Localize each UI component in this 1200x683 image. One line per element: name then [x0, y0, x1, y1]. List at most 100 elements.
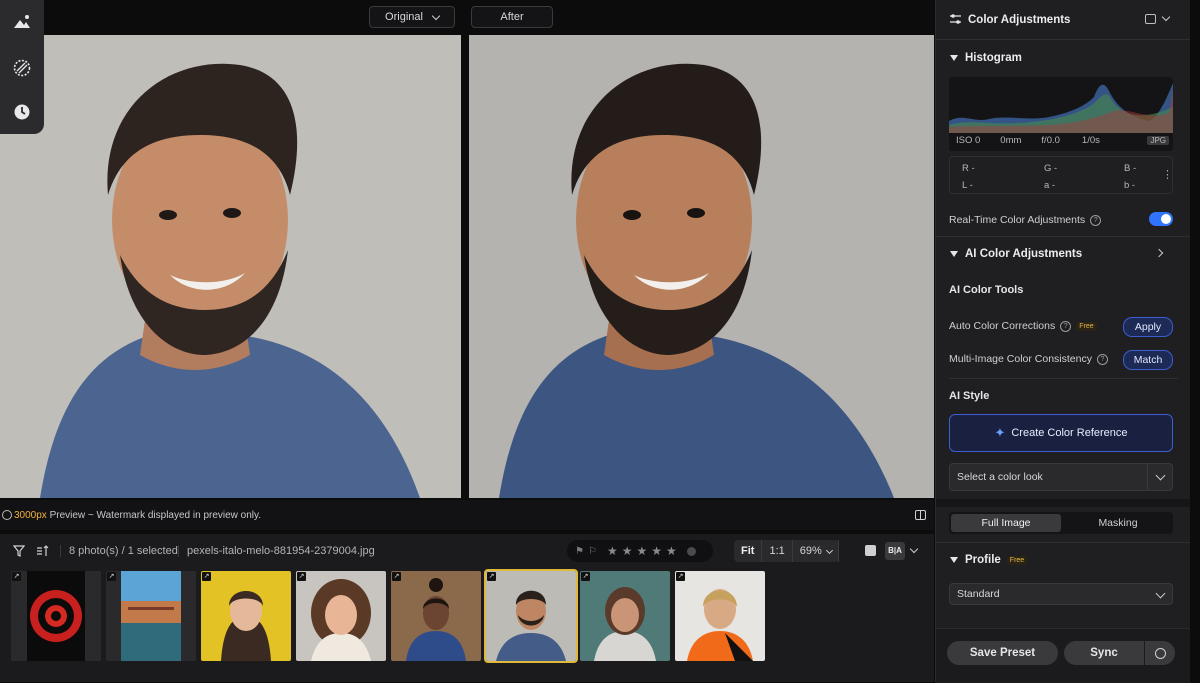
- original-view-dropdown[interactable]: Original: [369, 6, 455, 28]
- auto-corrections-row: Auto Color Corrections ? Free: [949, 320, 1097, 332]
- reject-flag-icon[interactable]: ⚐: [588, 546, 597, 557]
- flag-icon[interactable]: ⚑: [575, 546, 584, 557]
- readout-l: L -: [962, 180, 973, 191]
- panel-title: Color Adjustments: [968, 14, 1071, 26]
- color-look-dropdown[interactable]: Select a color look: [949, 463, 1173, 491]
- filmstrip: ↗ ↗ ↗ ↗ ↗ ↗ ↗ ↗: [0, 568, 934, 682]
- help-icon[interactable]: ?: [1060, 320, 1072, 332]
- chevron-down-icon[interactable]: [1161, 12, 1171, 22]
- sort-icon[interactable]: [36, 545, 49, 560]
- thumbnail-spiral-staircase[interactable]: ↗: [11, 571, 101, 661]
- star-icon[interactable]: ★: [622, 544, 633, 558]
- caret-down-icon: [950, 557, 958, 563]
- thumbnail-woman-curly-hair[interactable]: ↗: [296, 571, 386, 661]
- save-preset-button[interactable]: Save Preset: [947, 641, 1058, 665]
- before-after-view-button[interactable]: B|A: [885, 542, 905, 560]
- divider: [949, 378, 1178, 379]
- consistency-label: Multi-Image Color Consistency: [949, 353, 1092, 365]
- sliders-icon: [949, 13, 962, 28]
- caret-down-icon: [950, 251, 958, 257]
- profile-dropdown[interactable]: Standard: [949, 583, 1173, 605]
- color-label-icon[interactable]: [686, 546, 696, 556]
- filmstrip-toolbar: 8 photo(s) / 1 selected pexels-italo-mel…: [0, 534, 934, 568]
- tab-masking[interactable]: Masking: [1063, 512, 1173, 534]
- preview-status-bar: 3000px Preview ~ Watermark displayed in …: [0, 500, 934, 530]
- thumbnail-woman-blue-blazer[interactable]: ↗: [391, 571, 481, 661]
- aperture-value: f/0.0: [1041, 135, 1060, 146]
- zoom-1to1-button[interactable]: 1:1: [762, 540, 793, 562]
- readout-lab-b: b -: [1124, 180, 1136, 191]
- ai-style-label: AI Style: [949, 390, 990, 402]
- preview-note: 3000px Preview ~ Watermark displayed in …: [14, 509, 262, 521]
- histogram-title: Histogram: [965, 52, 1022, 64]
- sync-settings-button[interactable]: [1145, 641, 1175, 665]
- star-icon[interactable]: ★: [666, 544, 677, 558]
- divider: [936, 39, 1190, 40]
- apply-button[interactable]: Apply: [1123, 317, 1173, 337]
- info-icon: [2, 510, 12, 520]
- chevron-right-icon[interactable]: [1154, 248, 1164, 258]
- after-view-tab[interactable]: After: [471, 6, 553, 28]
- more-options-icon[interactable]: ⋮: [1162, 168, 1173, 181]
- thumbnail-man-smiling-selected[interactable]: ↗: [484, 569, 578, 663]
- create-color-reference-label: Create Color Reference: [1011, 427, 1128, 439]
- realtime-row: Real-Time Color Adjustments ?: [949, 214, 1102, 226]
- star-icon[interactable]: ★: [607, 544, 618, 558]
- after-label: After: [500, 11, 524, 23]
- profile-header[interactable]: Profile Free: [936, 552, 1190, 568]
- edit-mark-icon: ↗: [297, 572, 306, 581]
- star-icon[interactable]: ★: [636, 544, 647, 558]
- sync-button[interactable]: Sync: [1064, 641, 1144, 665]
- section-gap: [936, 499, 1190, 507]
- ai-color-tools-label: AI Color Tools: [949, 284, 1024, 296]
- create-color-reference-button[interactable]: ✦ Create Color Reference: [949, 414, 1173, 452]
- thumbnail-woman-orange-top[interactable]: ↗: [675, 571, 765, 661]
- readout-b: B -: [1124, 163, 1137, 174]
- image-adjust-icon[interactable]: [6, 6, 38, 38]
- edit-mark-icon: ↗: [202, 572, 211, 581]
- focal-length: 0mm: [1000, 135, 1022, 146]
- chevron-down-icon: [1155, 588, 1166, 599]
- consistency-row: Multi-Image Color Consistency ?: [949, 353, 1108, 365]
- thumbnail-waterfront-buildings[interactable]: ↗: [106, 571, 196, 661]
- edit-mark-icon: ↗: [487, 572, 496, 581]
- edit-mark-icon: ↗: [12, 572, 21, 581]
- file-format-badge: JPG: [1147, 136, 1169, 145]
- profile-title: Profile: [965, 554, 1001, 566]
- edit-mark-icon: ↗: [107, 572, 116, 581]
- gear-icon: [1154, 647, 1166, 659]
- help-icon[interactable]: ?: [1096, 353, 1108, 365]
- thumbnail-woman-yellow-background[interactable]: ↗: [201, 571, 291, 661]
- filter-icon[interactable]: [12, 545, 26, 560]
- chevron-down-icon[interactable]: [909, 544, 919, 554]
- histogram-header[interactable]: Histogram: [936, 50, 1190, 66]
- help-icon[interactable]: ?: [1090, 214, 1102, 226]
- after-photo: [469, 35, 934, 498]
- compare-layout-icon[interactable]: [915, 510, 926, 520]
- history-icon[interactable]: [6, 96, 38, 128]
- mask-icon[interactable]: [6, 52, 38, 84]
- auto-corrections-label: Auto Color Corrections: [949, 320, 1056, 332]
- profile-value: Standard: [957, 588, 1000, 600]
- readout-a: a -: [1044, 180, 1056, 191]
- chevron-down-icon: [431, 11, 441, 20]
- ai-color-adjustments-header[interactable]: AI Color Adjustments: [936, 246, 1190, 262]
- rating-group: ⚑ ⚐ ★ ★ ★ ★ ★: [567, 540, 713, 562]
- single-view-icon[interactable]: [865, 545, 876, 556]
- original-label: Original: [385, 11, 423, 23]
- tab-full-image[interactable]: Full Image: [951, 514, 1061, 532]
- edit-mark-icon: ↗: [676, 572, 685, 581]
- thumbnail-woman-glasses[interactable]: ↗: [580, 571, 670, 661]
- caret-down-icon: [950, 55, 958, 61]
- star-icon[interactable]: ★: [651, 544, 662, 558]
- match-button[interactable]: Match: [1123, 350, 1173, 370]
- panel-layout-icon[interactable]: [1145, 14, 1156, 24]
- divider: [936, 542, 1190, 543]
- shutter-speed: 1/0s: [1081, 135, 1100, 146]
- free-badge: Free: [1006, 555, 1028, 565]
- photo-count: 8 photo(s) / 1 selected: [60, 545, 178, 557]
- realtime-toggle[interactable]: [1149, 212, 1173, 226]
- sparkle-icon: ✦: [994, 425, 1006, 440]
- zoom-fit-button[interactable]: Fit: [734, 540, 763, 562]
- panel-header: Color Adjustments: [936, 10, 1190, 30]
